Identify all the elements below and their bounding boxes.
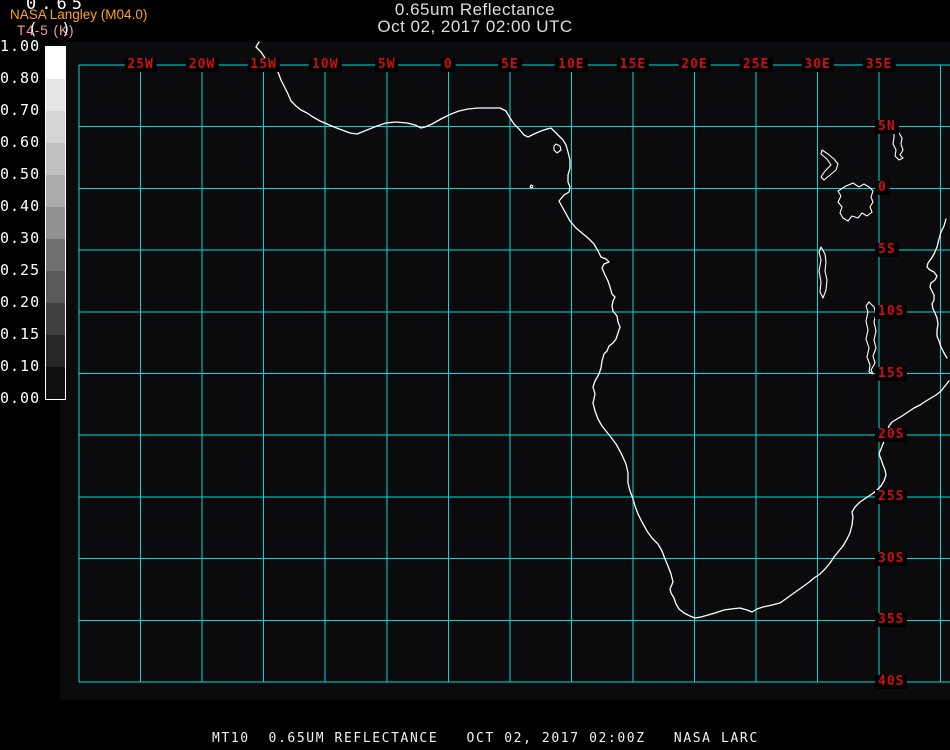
colorbar-tick-label: 0.70 xyxy=(0,101,41,119)
latitude-label-0: 0 xyxy=(875,181,890,196)
colorbar-segment xyxy=(46,271,65,303)
lake-tanganyika xyxy=(818,246,828,299)
colorbar-segment xyxy=(46,367,65,399)
footer-status-text: MT10 0.65UM REFLECTANCE OCT 02, 2017 02:… xyxy=(212,731,759,746)
latitude-label-35S: 35S xyxy=(875,613,908,628)
reflectance-colorbar xyxy=(45,46,66,400)
longitude-label-20E: 20E xyxy=(678,58,711,72)
lake-albert xyxy=(820,149,839,181)
channel-id-label: T4-5 (K) xyxy=(17,23,75,38)
colorbar-tick-label: 1.00 xyxy=(0,37,41,55)
colorbar-tick-label: 0.80 xyxy=(0,69,41,87)
colorbar-segment xyxy=(46,47,65,79)
colorbar-tick-label: 0.20 xyxy=(0,293,41,311)
longitude-label-15E: 15E xyxy=(616,58,650,72)
colorbar-segment xyxy=(46,143,65,175)
longitude-label-30E: 30E xyxy=(801,58,834,72)
africa-west-south-coastline xyxy=(255,41,950,619)
colorbar-tick-label: 0.10 xyxy=(0,357,41,375)
longitude-label-10E: 10E xyxy=(555,58,588,72)
lake-turkana xyxy=(892,130,904,161)
colorbar-segment xyxy=(46,335,65,367)
colorbar-tick-label: 0.30 xyxy=(0,229,41,247)
colorbar-segment xyxy=(46,79,65,111)
colorbar-tick-label: 0.00 xyxy=(0,389,41,407)
colorbar-tick-label: 0.40 xyxy=(0,197,41,215)
east-africa-coastline xyxy=(926,218,948,359)
latitude-label-15S: 15S xyxy=(875,366,908,381)
colorbar-segment xyxy=(46,303,65,335)
colorbar-tick-label: 0.60 xyxy=(0,133,41,151)
colorbar-segment xyxy=(46,239,65,271)
satellite-image-viewer: 0.65um Reflectance Oct 02, 2017 02:00 UT… xyxy=(0,0,950,750)
longitude-label-5E: 5E xyxy=(498,58,522,72)
latitude-label-20S: 20S xyxy=(875,428,908,443)
longitude-label-0: 0 xyxy=(440,58,456,72)
colorbar-tick-label: 0.25 xyxy=(0,261,41,279)
sao-tome-island xyxy=(529,184,534,189)
longitude-label-15W: 15W xyxy=(247,58,280,72)
longitude-label-25E: 25E xyxy=(739,58,773,72)
colorbar-segment xyxy=(46,207,65,239)
longitude-label-5W: 5W xyxy=(374,58,399,72)
latitude-label-5S: 5S xyxy=(875,243,899,258)
latitude-label-30S: 30S xyxy=(875,551,908,566)
longitude-label-25W: 25W xyxy=(124,58,157,72)
longitude-label-20W: 20W xyxy=(185,58,219,72)
latitude-label-10S: 10S xyxy=(875,304,908,319)
colorbar-segment xyxy=(46,111,65,143)
colorbar-segment xyxy=(46,175,65,207)
map-canvas xyxy=(78,41,950,683)
colorbar-tick-label: 0.15 xyxy=(0,325,41,343)
latitude-label-25S: 25S xyxy=(875,489,908,504)
latitude-label-40S: 40S xyxy=(875,675,908,689)
longitude-label-10W: 10W xyxy=(308,58,342,72)
bioko-island xyxy=(553,143,562,154)
colorbar-tick-label: 0.50 xyxy=(0,165,41,183)
longitude-label-35E: 35E xyxy=(862,58,896,72)
latitude-label-5N: 5N xyxy=(875,119,899,134)
